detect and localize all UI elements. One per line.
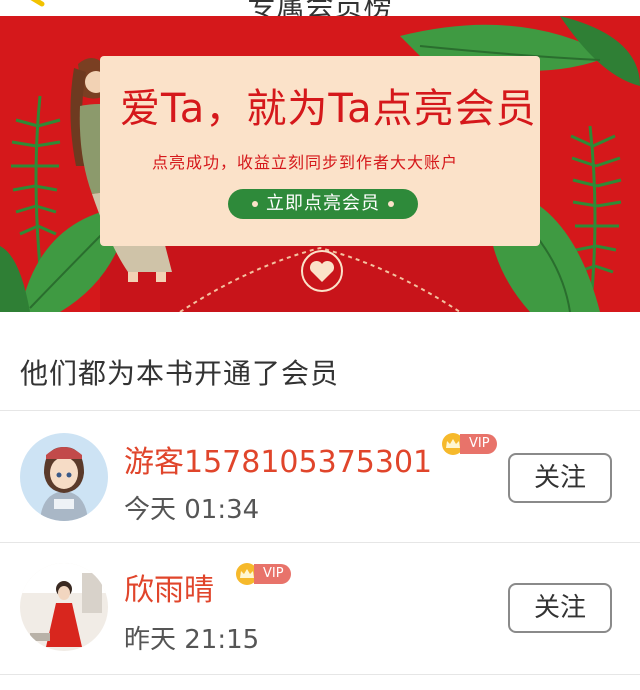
banner-subline: 点亮成功，收益立刻同步到作者大大账户 (152, 153, 459, 172)
avatar-photo-icon (20, 563, 108, 651)
cta-label: 立即点亮会员 (266, 193, 380, 214)
list-item[interactable]: 欣雨晴 VIP 昨天 21:15 关注 (0, 543, 640, 673)
vip-badge: VIP (440, 433, 497, 455)
member-time: 昨天 21:15 (124, 625, 260, 655)
avatar[interactable] (20, 563, 108, 651)
vip-label: VIP (254, 564, 291, 584)
header: 专属会员榜 (0, 0, 640, 16)
member-time: 今天 01:34 (124, 495, 260, 525)
dot-icon (252, 201, 258, 207)
vip-label: VIP (460, 434, 497, 454)
follow-button[interactable]: 关注 (508, 583, 612, 633)
avatar-anime-girl-icon (20, 433, 108, 521)
vip-badge: VIP (234, 563, 291, 585)
banner-headline: 爱Ta，就为Ta点亮会员 (120, 86, 537, 132)
list-item[interactable]: 游客1578105375301 VIP 今天 01:34 关注 (0, 411, 640, 541)
light-up-membership-button[interactable]: 立即点亮会员 (228, 189, 418, 219)
member-name[interactable]: 欣雨晴 (124, 565, 214, 609)
section-title: 他们都为本书开通了会员 (20, 357, 340, 390)
divider (0, 674, 640, 675)
avatar[interactable] (20, 433, 108, 521)
follow-button[interactable]: 关注 (508, 453, 612, 503)
member-name[interactable]: 游客1578105375301 (124, 437, 432, 481)
page-title: 专属会员榜 (0, 0, 640, 16)
membership-banner[interactable]: 爱Ta，就为Ta点亮会员 点亮成功，收益立刻同步到作者大大账户 立即点亮会员 (0, 16, 640, 312)
dot-icon (388, 201, 394, 207)
